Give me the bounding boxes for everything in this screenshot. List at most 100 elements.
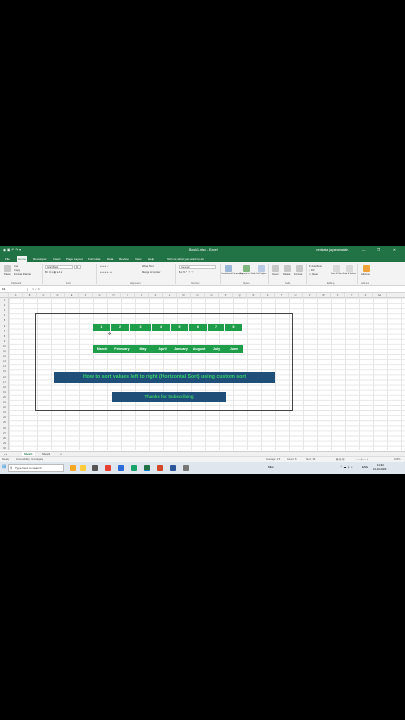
windows-start-icon[interactable]: ⊞ (2, 464, 6, 470)
language-indicator[interactable]: ENG (362, 465, 368, 469)
cell-cursor-icon: ✥ (108, 331, 112, 336)
name-box[interactable]: K4 (2, 288, 28, 291)
zoom-level[interactable]: 100% (394, 458, 400, 461)
sort-filter-button[interactable]: Sort & Filter (331, 273, 343, 276)
divider (42, 264, 43, 284)
outlook-icon[interactable] (118, 465, 124, 471)
find-select-button[interactable]: Find & Select (343, 273, 356, 276)
close-button[interactable]: ✕ (393, 248, 396, 252)
formula-buttons[interactable]: ✕ ✓ fx (32, 288, 40, 291)
status-sum: Sum: 36 (306, 458, 316, 461)
month-cell[interactable]: June (225, 345, 243, 353)
minimize-button[interactable]: — (362, 248, 366, 252)
word-icon[interactable] (170, 465, 176, 471)
number-format-buttons[interactable]: $ ▾ % ❜ ⁺⁰ ⁻⁰ (179, 271, 193, 274)
insert-cells-icon[interactable] (272, 265, 279, 272)
ribbon: Paste Cut Copy Format Painter Clipboard … (0, 262, 405, 286)
number-cell[interactable]: 1 (93, 324, 110, 331)
cut-button[interactable]: Cut (14, 265, 18, 268)
number-cell[interactable]: 5 (171, 324, 188, 331)
file-explorer-icon[interactable] (80, 465, 86, 471)
month-cell[interactable]: May (133, 345, 153, 353)
copy-button[interactable]: Copy (14, 269, 20, 272)
title-banner: How to sort values left to right (Horizo… (54, 372, 275, 383)
task-view-icon[interactable] (92, 465, 98, 471)
powerpoint-icon[interactable] (157, 465, 163, 471)
conditional-formatting-icon[interactable] (225, 265, 232, 272)
number-cell[interactable]: 8 (225, 324, 242, 331)
status-average: Average: 4.5 (266, 458, 281, 461)
delete-cells-button[interactable]: Delete (283, 273, 291, 276)
divider (306, 264, 307, 284)
number-cell[interactable]: 3 (130, 324, 151, 331)
restore-button[interactable]: ❐ (377, 248, 380, 252)
font-group-label: Font (66, 282, 71, 285)
accessibility-status[interactable]: Accessibility: Investigate (16, 458, 43, 461)
paste-icon[interactable] (4, 265, 11, 272)
align-bottom-buttons[interactable]: ≡ ≡ ≡ ⇤ ⇥ (100, 271, 112, 274)
weather-status[interactable]: Mist (268, 465, 274, 469)
view-buttons[interactable]: ▦ ▤ ▥ (336, 458, 344, 461)
bold-italic-underline-buttons[interactable]: B I U ▾ ▦ ▾ A ▾ (45, 271, 62, 274)
alignment-group-label: Alignment (130, 282, 141, 285)
insert-cells-button[interactable]: Insert (272, 273, 279, 276)
month-cell[interactable]: April (153, 345, 172, 353)
edge-icon[interactable] (131, 465, 137, 471)
font-size-select[interactable]: 11 (74, 265, 81, 269)
number-group-label: Number (191, 282, 200, 285)
month-cell[interactable]: August (190, 345, 208, 353)
format-as-table-button[interactable]: Format as Table (240, 273, 256, 276)
find-select-icon[interactable] (346, 265, 353, 272)
cells-group-label: Cells (285, 282, 291, 285)
row-headers: 1 2 3 4 5 6 7 8 9 10 11 12 13 14 15 16 17 18 19 20 21 22 23 24 2… (0, 298, 9, 450)
window-title: Book1.xlsx - Excel (189, 248, 218, 252)
taskbar-search-input[interactable]: ⚲ Type here to search (8, 464, 64, 472)
cell-styles-icon[interactable] (258, 265, 265, 272)
month-cell[interactable]: February (111, 345, 133, 353)
fill-button[interactable]: ↓ Fill (309, 269, 314, 272)
sort-filter-icon[interactable] (333, 265, 340, 272)
number-cell[interactable]: 2 (111, 324, 129, 331)
number-cell[interactable]: 4 (152, 324, 170, 331)
ribbon-tabs: File Home Developer Insert Page Layout F… (0, 255, 405, 262)
clear-button[interactable]: ◇ Clear (309, 273, 318, 276)
system-tray-icons[interactable]: ⌃ ☁ ⏚ ♪ (340, 465, 353, 469)
wrap-text-button[interactable]: Wrap Text (142, 265, 154, 268)
autosum-button[interactable]: Σ AutoSum (309, 265, 322, 268)
divider (268, 264, 269, 284)
add-ins-group-label: Add-ins (361, 282, 370, 285)
excel-taskbar-icon[interactable] (144, 465, 150, 471)
app-icon[interactable] (183, 465, 189, 471)
clipboard-group-label: Clipboard (11, 282, 22, 285)
month-cell[interactable]: March (93, 345, 111, 353)
month-cell[interactable]: January (172, 345, 190, 353)
title-bar: ◉ ▣ ↶ ↷ ▾ Book1.xlsx - Excel venkata jay… (0, 246, 405, 255)
chrome-icon[interactable] (105, 465, 111, 471)
autosave-icon[interactable]: ◉ ▣ ↶ ↷ ▾ (3, 248, 21, 252)
format-cells-icon[interactable] (296, 265, 303, 272)
number-format-select[interactable]: General (179, 265, 216, 269)
styles-group-label: Styles (243, 282, 250, 285)
number-cell[interactable]: 6 (189, 324, 207, 331)
font-name-select[interactable]: Arial Black (45, 265, 73, 269)
user-name[interactable]: venkata jayaramaiah (316, 248, 348, 252)
add-ins-icon[interactable] (363, 265, 370, 272)
add-ins-button[interactable]: Add-ins (361, 273, 370, 276)
month-cell[interactable]: July (208, 345, 225, 353)
paste-button[interactable]: Paste (4, 273, 11, 276)
taskbar-date[interactable]: 21-10-2023 (373, 468, 386, 471)
zoom-slider[interactable]: − ──┼── + (355, 458, 368, 461)
thanks-banner: Thanks for Subscribing (112, 392, 226, 402)
format-as-table-icon[interactable] (243, 265, 250, 272)
number-cell[interactable]: 7 (208, 324, 224, 331)
cell-styles-button[interactable]: Cell Styles (256, 273, 266, 276)
weather-app-icon[interactable] (70, 465, 76, 471)
format-cells-button[interactable]: Format (294, 273, 302, 276)
delete-cells-icon[interactable] (284, 265, 291, 272)
align-top-buttons[interactable]: ≡ ≡ ≡ ⟋ (100, 265, 109, 268)
merge-center-button[interactable]: Merge & Center (142, 271, 160, 274)
format-painter-button[interactable]: Format Painter (14, 273, 31, 276)
taskbar-time[interactable]: 11:32 (377, 463, 384, 467)
search-icon: ⚲ (10, 466, 13, 470)
status-count: Count: 8 (287, 458, 297, 461)
